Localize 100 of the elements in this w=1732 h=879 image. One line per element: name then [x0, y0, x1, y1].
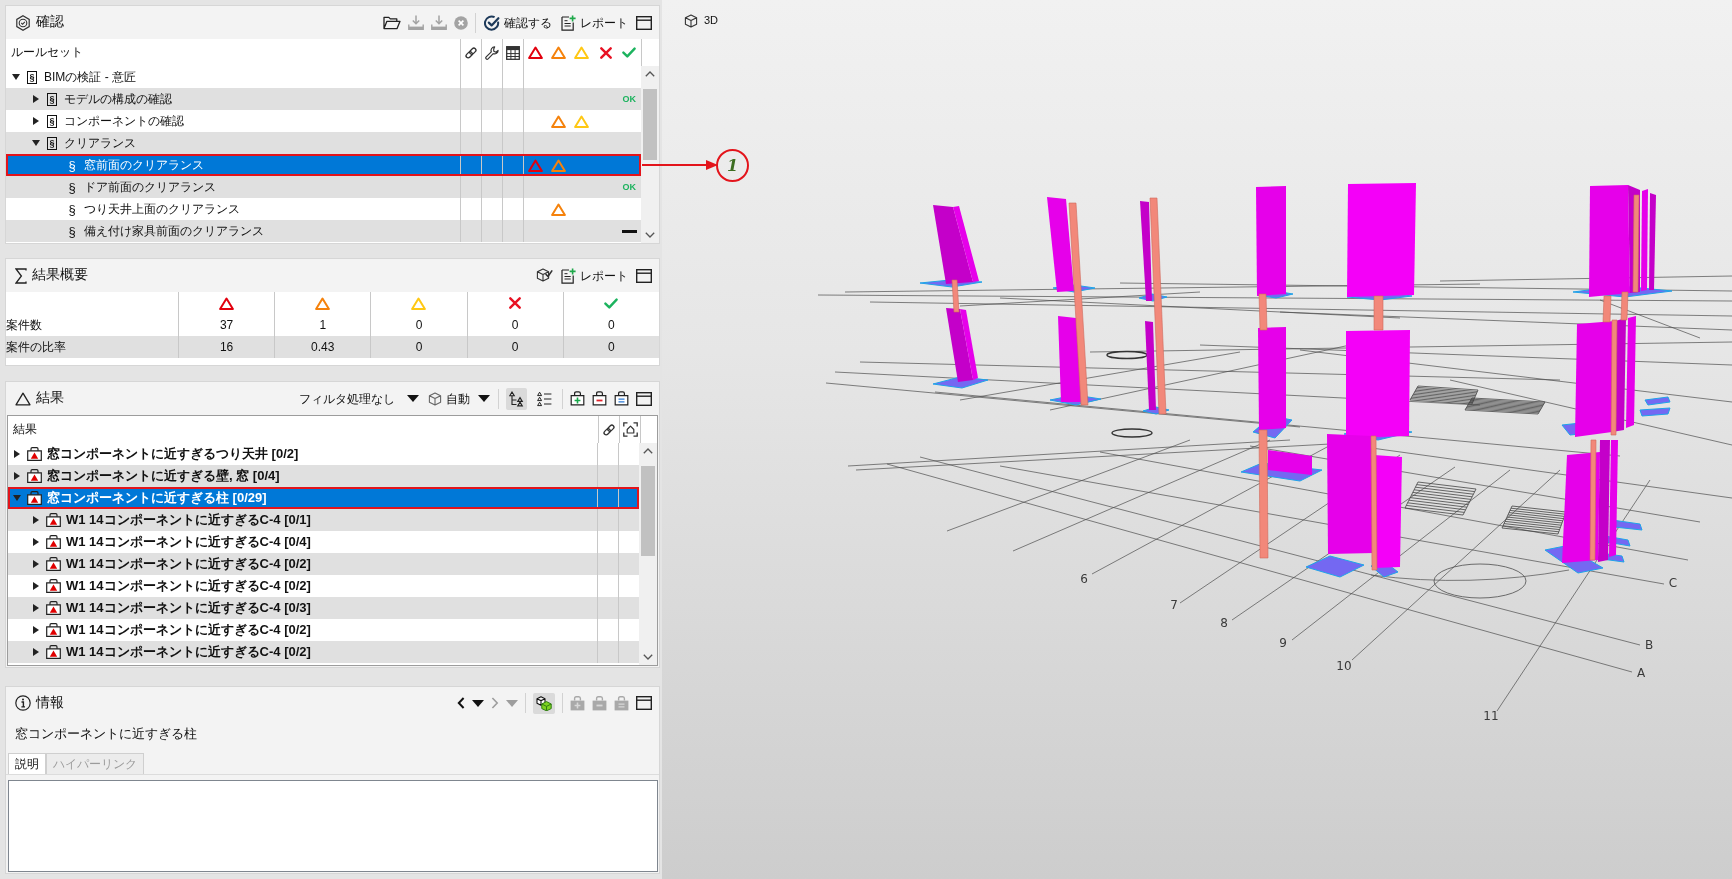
scroll-down-icon[interactable] [643, 654, 653, 660]
rule-name: モデルの構成の確認 [64, 91, 172, 107]
caret-right-icon[interactable] [33, 117, 39, 125]
caret-right-icon[interactable] [33, 538, 39, 546]
caret-down-icon[interactable] [12, 74, 20, 80]
oval-outline [1106, 350, 1148, 360]
warning-folder-icon [46, 535, 61, 549]
caret-right-icon[interactable] [33, 560, 39, 568]
window-icon[interactable] [636, 15, 652, 30]
ruleset-row[interactable]: § 窓前面のクリアランス [6, 154, 641, 176]
check-circle-icon [484, 14, 500, 31]
result-heading: 窓コンポーネントに近すぎる柱 [15, 727, 197, 741]
ruleset-icon: § [47, 136, 57, 150]
clearance-volume [1268, 450, 1312, 475]
window-icon[interactable] [636, 268, 652, 283]
tree-view-button[interactable] [506, 387, 527, 410]
table-cell: 16 [219, 339, 234, 355]
result-name: 窓コンポーネントに近すぎるつり天井 [0/2] [47, 446, 299, 462]
ruleset-row[interactable]: § モデルの構成の確認 OK [6, 88, 641, 110]
triangle-icon [411, 296, 427, 310]
section-icon: § [67, 224, 77, 238]
warning-folder-icon [27, 491, 42, 505]
mode-dropdown[interactable]: 自動 [427, 391, 491, 406]
caret-right-icon[interactable] [33, 95, 39, 103]
rule-name: クリアランス [64, 135, 136, 151]
scrollbar-thumb[interactable] [641, 466, 655, 556]
column-header[interactable]: ルールセット [11, 45, 83, 60]
scrollbar[interactable] [639, 443, 657, 665]
rule-name: BIMの検証 - 意匠 [44, 69, 136, 85]
ruleset-icon: § [47, 92, 57, 106]
caret-right-icon[interactable] [33, 604, 39, 612]
caret-down-icon[interactable] [472, 699, 484, 707]
report-button[interactable]: レポート [560, 267, 629, 284]
wrench-icon [485, 45, 499, 60]
warning-folder-icon [46, 645, 61, 659]
grid-label: 11 [1483, 709, 1499, 723]
caret-right-icon[interactable] [33, 626, 39, 634]
triangle-icon [527, 46, 543, 59]
warning-folder-icon [46, 513, 61, 527]
table-cell: 0 [608, 339, 615, 355]
list-view-icon [537, 390, 552, 407]
scroll-down-icon[interactable] [645, 232, 655, 238]
scroll-up-icon[interactable] [645, 71, 655, 77]
bag-equals-icon[interactable] [614, 391, 629, 406]
caret-right-icon[interactable] [33, 648, 39, 656]
oval-outline [1111, 428, 1153, 438]
window-icon[interactable] [636, 696, 652, 710]
caret-right-icon[interactable] [33, 516, 39, 524]
base-plate [1639, 407, 1671, 417]
scrollbar-thumb[interactable] [643, 89, 657, 160]
cube-check-icon[interactable] [536, 268, 553, 283]
document-plus-icon [561, 267, 576, 284]
triangle-icon [574, 46, 590, 59]
result-row[interactable]: W1 14コンポーネントに近すぎるC-4 [0/2] [8, 553, 639, 575]
warning-folder-icon [46, 623, 61, 637]
result-name: W1 14コンポーネントに近すぎるC-4 [0/2] [66, 556, 311, 572]
table-cell: 0 [415, 317, 423, 333]
table-cell: 0 [608, 317, 615, 333]
table-cell: 0 [511, 317, 519, 333]
column [1258, 293, 1268, 331]
scroll-up-icon[interactable] [643, 448, 653, 454]
ruleset-row[interactable]: § ドア前面のクリアランス OK [6, 176, 641, 198]
bag-plus-icon[interactable] [570, 391, 585, 406]
result-row[interactable]: 窓コンポーネントに近すぎる壁, 窓 [0/4] [8, 465, 639, 487]
grid-label: 10 [1336, 659, 1352, 673]
caret-down-icon [407, 395, 419, 402]
table-icon [506, 45, 520, 60]
bag-minus-icon[interactable] [592, 391, 607, 406]
base-plate [1305, 555, 1365, 578]
caret-right-icon[interactable] [33, 582, 39, 590]
scrollbar[interactable] [641, 66, 659, 243]
run-check-button[interactable]: 確認する [483, 14, 553, 31]
result-row[interactable]: 窓コンポーネントに近すぎる柱 [0/29] [8, 487, 639, 509]
chevron-left-icon[interactable] [457, 697, 465, 709]
filter-dropdown[interactable]: フィルタ処理なし [298, 392, 420, 405]
result-name: W1 14コンポーネントに近すぎるC-4 [0/1] [66, 512, 311, 528]
row-label: 案件の比率 [6, 339, 66, 355]
result-row[interactable]: W1 14コンポーネントに近すぎるC-4 [0/3] [8, 597, 639, 619]
result-row[interactable]: W1 14コンポーネントに近すぎるC-4 [0/1] [8, 509, 639, 531]
caret-down-icon[interactable] [32, 140, 40, 146]
folder-icon[interactable] [383, 15, 401, 30]
column [1620, 291, 1629, 321]
window-icon[interactable] [636, 391, 652, 406]
result-row[interactable]: W1 14コンポーネントに近すぎるC-4 [0/2] [8, 641, 639, 663]
caret-right-icon[interactable] [14, 472, 20, 480]
report-button[interactable]: レポート [560, 14, 629, 31]
column-header[interactable]: 結果 [13, 422, 37, 437]
check-icon [604, 297, 619, 309]
callout-number: 1 [716, 149, 749, 182]
grid-label: C [1668, 576, 1678, 590]
tab[interactable]: 説明 [8, 753, 46, 774]
caret-right-icon[interactable] [14, 450, 20, 458]
section-icon: § [67, 180, 77, 194]
highlight-button[interactable] [533, 692, 555, 714]
triangle-icon [315, 296, 331, 310]
ruleset-row[interactable]: § 備え付け家具前面のクリアランス [6, 220, 641, 242]
panel-title: 確認 [36, 14, 64, 31]
ruleset-row[interactable]: § クリアランス [6, 132, 641, 154]
section-icon: § [67, 158, 77, 172]
description-field[interactable] [8, 780, 658, 872]
